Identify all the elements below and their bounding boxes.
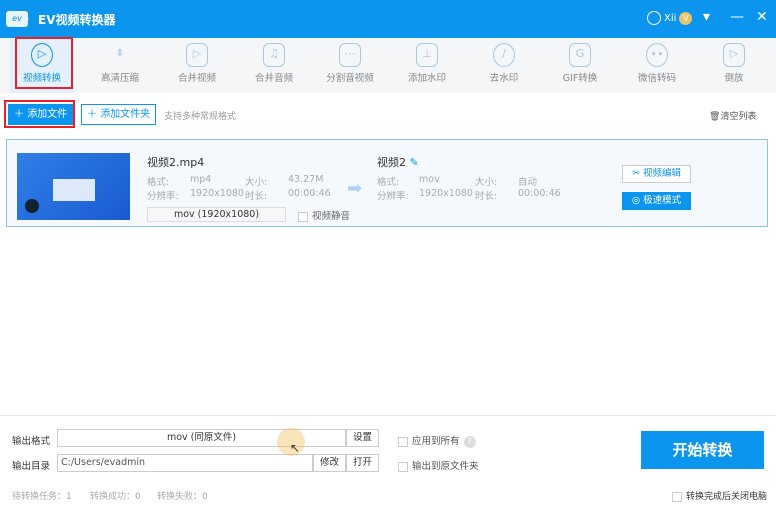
username: Xii	[664, 12, 677, 24]
tool-label: 高清压缩	[100, 73, 139, 84]
apply-all-label: 应用到所有	[412, 436, 460, 447]
pencil-icon[interactable]: ✎	[410, 156, 419, 169]
clear-label: 清空列表	[720, 112, 757, 122]
output-name-text: 视频2	[377, 156, 406, 169]
title-bar: ev EV视频转换器 Xii V ▾ — ✕	[0, 0, 776, 38]
trash-icon: 🗑	[709, 112, 721, 122]
split-icon: ⋯	[339, 43, 361, 67]
divider	[0, 415, 776, 416]
label: 格式:	[147, 177, 170, 188]
gif-icon: G	[569, 43, 591, 67]
output-duration: 00:00:46	[518, 188, 561, 199]
user-icon	[647, 11, 661, 25]
tool-label: GIF转换	[562, 73, 598, 84]
output-file-name[interactable]: 视频2 ✎	[377, 154, 419, 170]
tool-label: 合并视频	[177, 73, 216, 84]
format-hint: 支持多种常规格式	[164, 112, 237, 122]
source-duration: 00:00:46	[288, 188, 331, 199]
video-edit-button[interactable]: ✂ 视频编辑	[622, 165, 691, 183]
tool-merge-audio[interactable]: ♫ 合并音频	[242, 38, 306, 93]
output-resolution: 1920x1080	[419, 188, 473, 199]
app-title: EV视频转换器	[38, 13, 116, 27]
tool-label: 倒放	[724, 73, 744, 84]
mute-label: 视频静音	[312, 211, 351, 222]
tool-label: 添加水印	[407, 73, 446, 84]
tool-reverse[interactable]: ▷ 倒放	[702, 38, 766, 93]
highlight-box	[15, 37, 73, 89]
vip-badge: V	[679, 11, 693, 25]
app-logo: ev	[6, 11, 29, 27]
settings-button[interactable]: 设置	[346, 429, 379, 447]
modify-dir-button[interactable]: 修改	[313, 454, 346, 472]
compress-icon: ⇟	[115, 46, 125, 59]
user-account[interactable]: Xii V	[647, 11, 693, 25]
open-dir-button[interactable]: 打开	[346, 454, 379, 472]
close-button[interactable]: ✕	[756, 9, 768, 25]
output-format-select[interactable]: mov (1920x1080)	[147, 207, 286, 222]
minimize-button[interactable]: —	[730, 9, 744, 25]
fast-mode-button[interactable]: ◎ 极速模式	[622, 192, 691, 210]
failed-count: 转换失败：0	[157, 492, 208, 502]
tool-remove-watermark[interactable]: / 去水印	[472, 38, 536, 93]
tool-split[interactable]: ⋯ 分割音视频	[318, 38, 382, 93]
shutdown-checkbox[interactable]: 转换完成后关闭电脑	[672, 489, 767, 502]
reverse-icon: ▷	[723, 43, 745, 67]
label: 时长:	[245, 191, 268, 202]
arrow-right-icon: ➡	[347, 178, 363, 199]
tool-label: 微信转码	[637, 73, 676, 84]
label: 格式:	[377, 177, 400, 188]
tool-compress[interactable]: ⇟ 高清压缩	[88, 38, 152, 93]
tool-label: 分割音视频	[326, 73, 374, 84]
scissors-icon: ✂	[631, 168, 640, 179]
highlight-box	[4, 100, 75, 128]
output-dir-label: 输出目录	[12, 461, 51, 472]
source-size: 43.27M	[288, 174, 324, 185]
tool-wechat[interactable]: ∙∙ 微信转码	[625, 38, 689, 93]
fast-label: 极速模式	[643, 195, 682, 206]
edit-label: 视频编辑	[642, 168, 681, 179]
output-to-source-checkbox[interactable]: 输出到原文件夹	[398, 458, 479, 472]
stamp-icon: ⊥	[416, 43, 438, 67]
tool-merge-video[interactable]: ▷ 合并视频	[165, 38, 229, 93]
mute-checkbox[interactable]: 视频静音	[298, 208, 350, 222]
tool-label: 合并音频	[254, 73, 293, 84]
mouse-cursor-icon: ↖	[290, 441, 301, 455]
tool-add-watermark[interactable]: ⊥ 添加水印	[395, 38, 459, 93]
output-to-source-label: 输出到原文件夹	[412, 461, 479, 472]
add-folder-label: 添加文件夹	[100, 109, 151, 120]
label: 大小:	[475, 177, 498, 188]
start-convert-button[interactable]: 开始转换	[641, 431, 764, 469]
tool-gif[interactable]: G GIF转换	[548, 38, 612, 93]
merge-audio-icon: ♫	[263, 43, 285, 67]
pending-count: 待转换任务：1	[12, 492, 72, 502]
video-thumbnail	[17, 153, 130, 220]
output-size: 自动	[518, 177, 538, 188]
wechat-icon: ∙∙	[646, 43, 668, 67]
source-file-name: 视频2.mp4	[147, 156, 205, 169]
output-format: mov	[419, 174, 440, 185]
speed-icon: ◎	[631, 195, 641, 206]
menu-icon[interactable]: ▾	[703, 9, 710, 25]
source-format: mp4	[190, 174, 212, 185]
output-dir-field[interactable]: C:/Users/evadmin	[57, 454, 313, 472]
file-item[interactable]: 视频2.mp4 格式: mp4 大小: 43.27M 分辨率: 1920x108…	[6, 139, 768, 227]
add-folder-button[interactable]: ＋ 添加文件夹	[81, 104, 157, 125]
apply-all-checkbox[interactable]: 应用到所有?	[398, 433, 476, 448]
source-resolution: 1920x1080	[190, 188, 244, 199]
output-format-label: 输出格式	[12, 436, 51, 447]
tool-label: 去水印	[489, 73, 519, 84]
drop-icon: /	[493, 43, 515, 67]
success-count: 转换成功：0	[90, 492, 141, 502]
label: 分辨率:	[147, 191, 179, 202]
merge-video-icon: ▷	[186, 43, 208, 67]
shutdown-label: 转换完成后关闭电脑	[686, 492, 768, 502]
label: 大小:	[245, 177, 268, 188]
help-icon[interactable]: ?	[463, 436, 476, 448]
clear-list-button[interactable]: 🗑清空列表	[709, 109, 756, 122]
label: 时长:	[475, 191, 498, 202]
tool-bar: ▷ 视频转换 ⇟ 高清压缩 ▷ 合并视频 ♫ 合并音频 ⋯ 分割音视频 ⊥ 添加水印 / 去水…	[0, 38, 776, 93]
label: 分辨率:	[377, 191, 409, 202]
action-bar: ＋ 添加文件 ＋ 添加文件夹 支持多种常规格式 🗑清空列表	[0, 104, 776, 128]
